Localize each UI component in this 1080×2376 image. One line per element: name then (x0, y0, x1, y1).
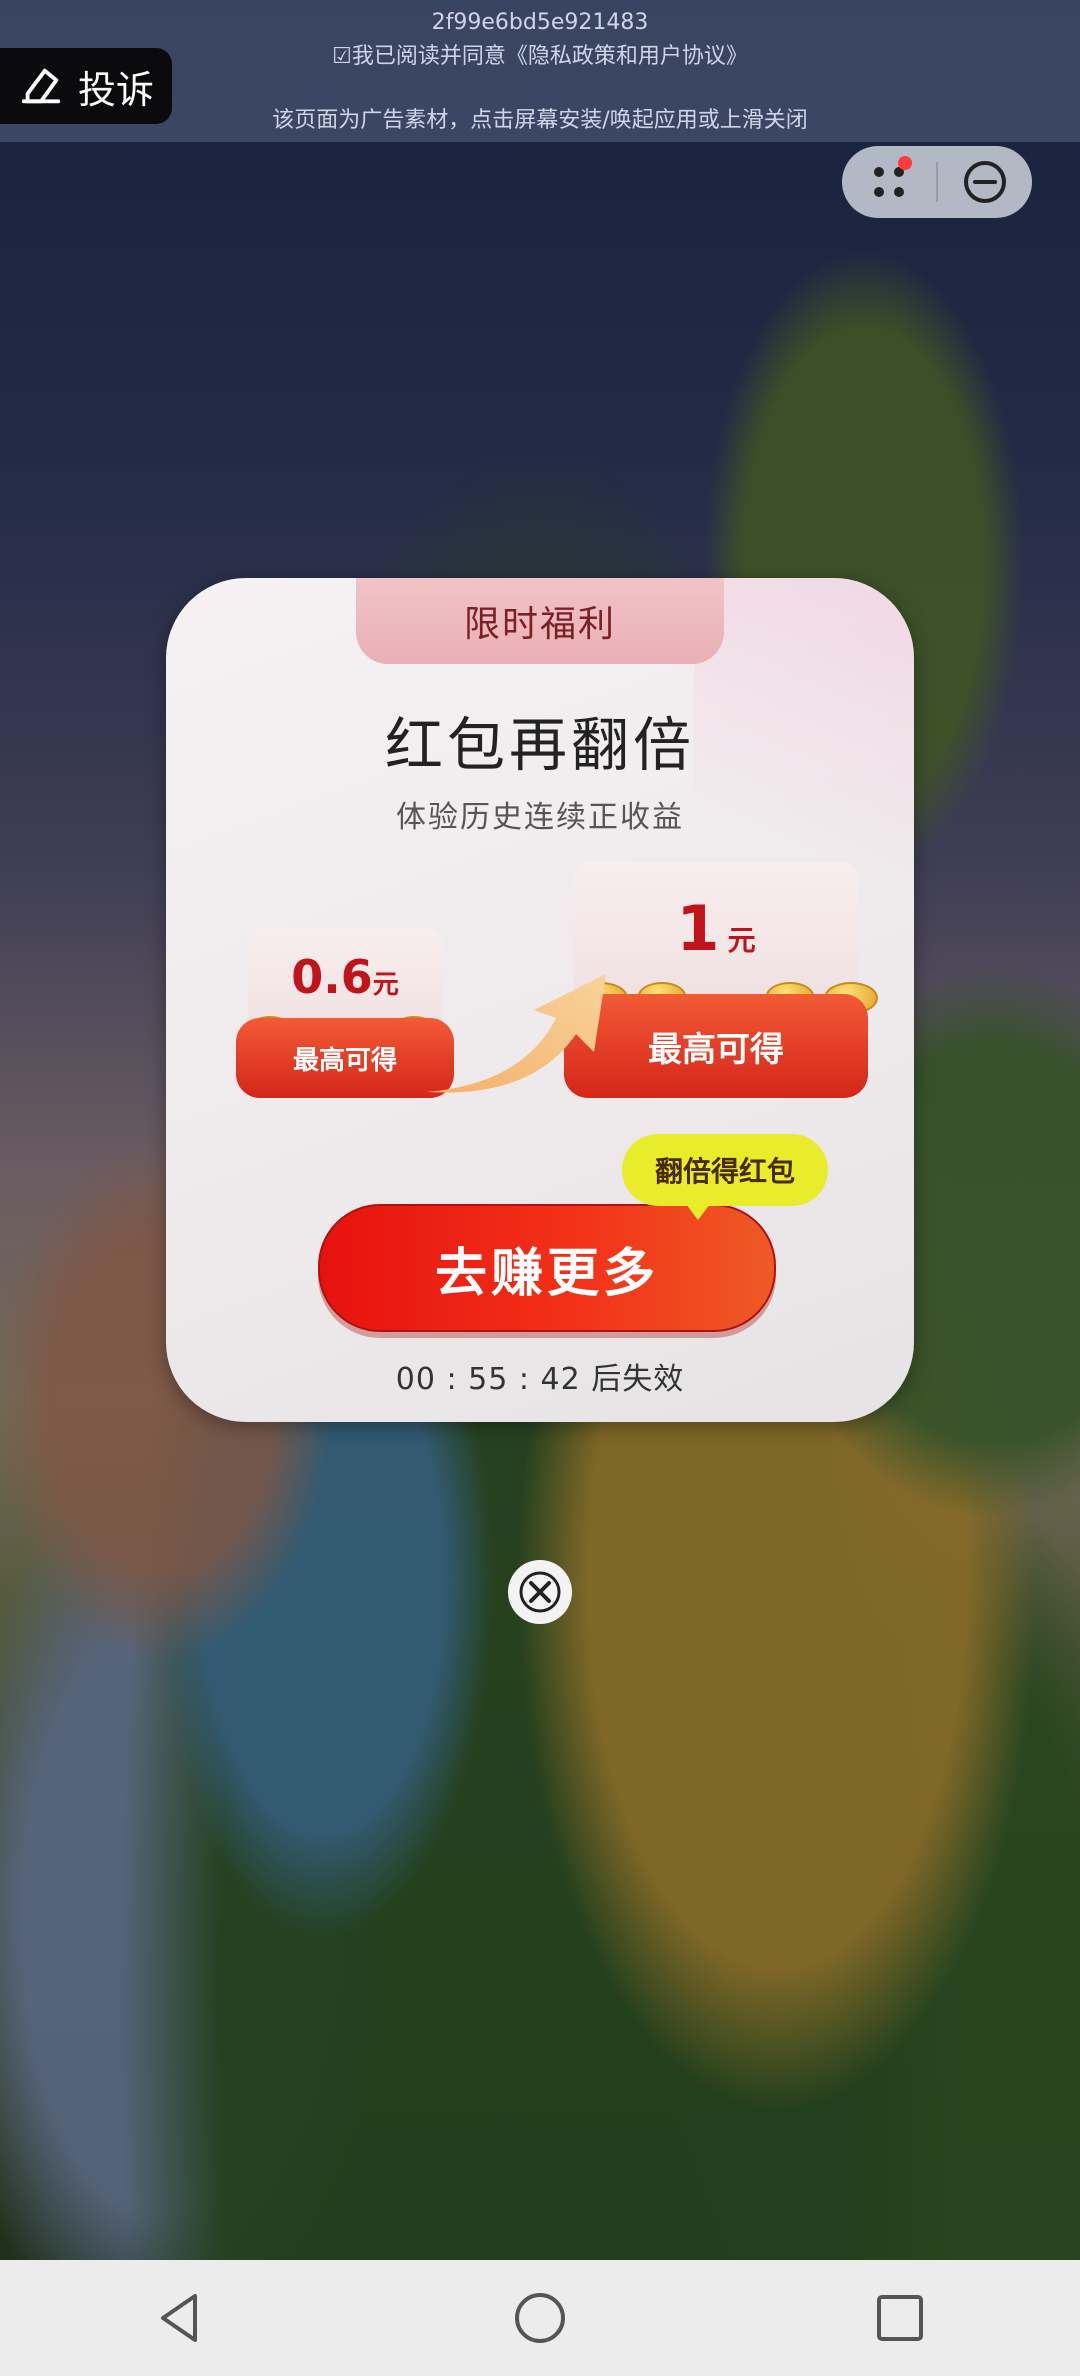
nav-home-button[interactable] (480, 2260, 600, 2376)
edit-icon (21, 68, 61, 104)
double-reward-bubble: 翻倍得红包 (622, 1134, 828, 1220)
envelope-unit: 元 (372, 970, 399, 1000)
notification-dot (898, 156, 912, 170)
back-icon (161, 2294, 197, 2342)
countdown-timer: 00 : 55 : 42 后失效 (395, 1362, 685, 1397)
more-button[interactable] (842, 146, 936, 218)
dialog-title: 红包再翻倍 (384, 711, 695, 779)
limited-offer-tag: 限时福利 (356, 578, 724, 664)
ad-id-text: 2f99e6bd5e921483 (431, 10, 649, 35)
envelope-amount: 1 (676, 892, 720, 965)
nav-recents-button[interactable] (840, 2260, 960, 2376)
mini-program-capsule (842, 146, 1032, 218)
recents-icon (877, 2295, 923, 2341)
system-navigation-bar (0, 2260, 1080, 2376)
complain-button[interactable]: 投诉 (0, 48, 172, 124)
dialog-subtitle: 体验历史连续正收益 (396, 800, 684, 835)
earn-more-button[interactable]: 去赚更多 (318, 1204, 776, 1332)
reward-dialog: 限时福利 红包再翻倍 体验历史连续正收益 0.6元 最高可得 1元 最高可得 翻… (166, 578, 914, 1422)
complain-label: 投诉 (77, 67, 154, 112)
minus-circle-icon (964, 161, 1006, 203)
envelope-amount: 0.6 (291, 950, 373, 1004)
home-icon (515, 2293, 565, 2343)
close-icon (519, 1571, 561, 1613)
arrow-icon (426, 974, 606, 1093)
envelope-unit: 元 (727, 924, 756, 957)
close-dialog-button[interactable] (508, 1560, 572, 1624)
nav-back-button[interactable] (120, 2260, 240, 2376)
minimize-button[interactable] (938, 159, 1032, 205)
